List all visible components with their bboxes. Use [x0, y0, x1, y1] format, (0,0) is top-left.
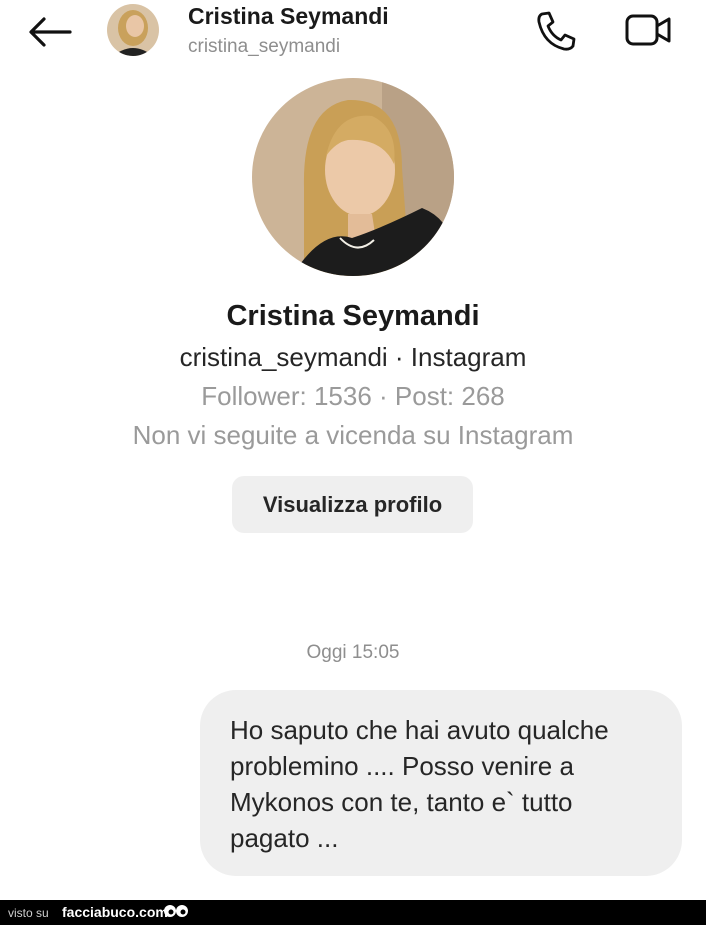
video-camera-icon — [625, 14, 671, 46]
mutual-follow-status: Non vi seguite a vicenda su Instagram — [132, 420, 574, 450]
back-button[interactable] — [26, 14, 74, 50]
footer-prefix: visto su — [8, 906, 49, 920]
video-call-button[interactable] — [622, 10, 674, 50]
profile-name: Cristina Seymandi — [226, 300, 480, 332]
message-bubble[interactable]: Ho saputo che hai avuto qualche problemi… — [200, 690, 682, 876]
phone-icon — [537, 11, 576, 51]
header-avatar[interactable] — [107, 4, 159, 56]
profile-photo[interactable] — [252, 78, 454, 276]
chat-header: Cristina Seymandi cristina_seymandi — [0, 0, 706, 70]
profile-subtitle: cristina_seymandi · Instagram — [179, 342, 527, 372]
message-text: Ho saputo che hai avuto qualche problemi… — [230, 715, 609, 853]
eyes-logo-icon — [162, 902, 190, 922]
back-arrow-icon — [29, 17, 72, 47]
header-username: cristina_seymandi — [188, 36, 341, 57]
message-timestamp: Oggi 15:05 — [306, 642, 400, 663]
view-profile-button[interactable]: Visualizza profilo — [232, 476, 473, 533]
watermark-footer: visto su facciabuco.com — [0, 900, 706, 925]
header-contact-name[interactable]: Cristina Seymandi — [188, 3, 389, 30]
footer-brand[interactable]: facciabuco.com — [62, 904, 168, 920]
profile-stats: Follower: 1536 · Post: 268 — [201, 381, 505, 411]
voice-call-button[interactable] — [532, 8, 580, 52]
